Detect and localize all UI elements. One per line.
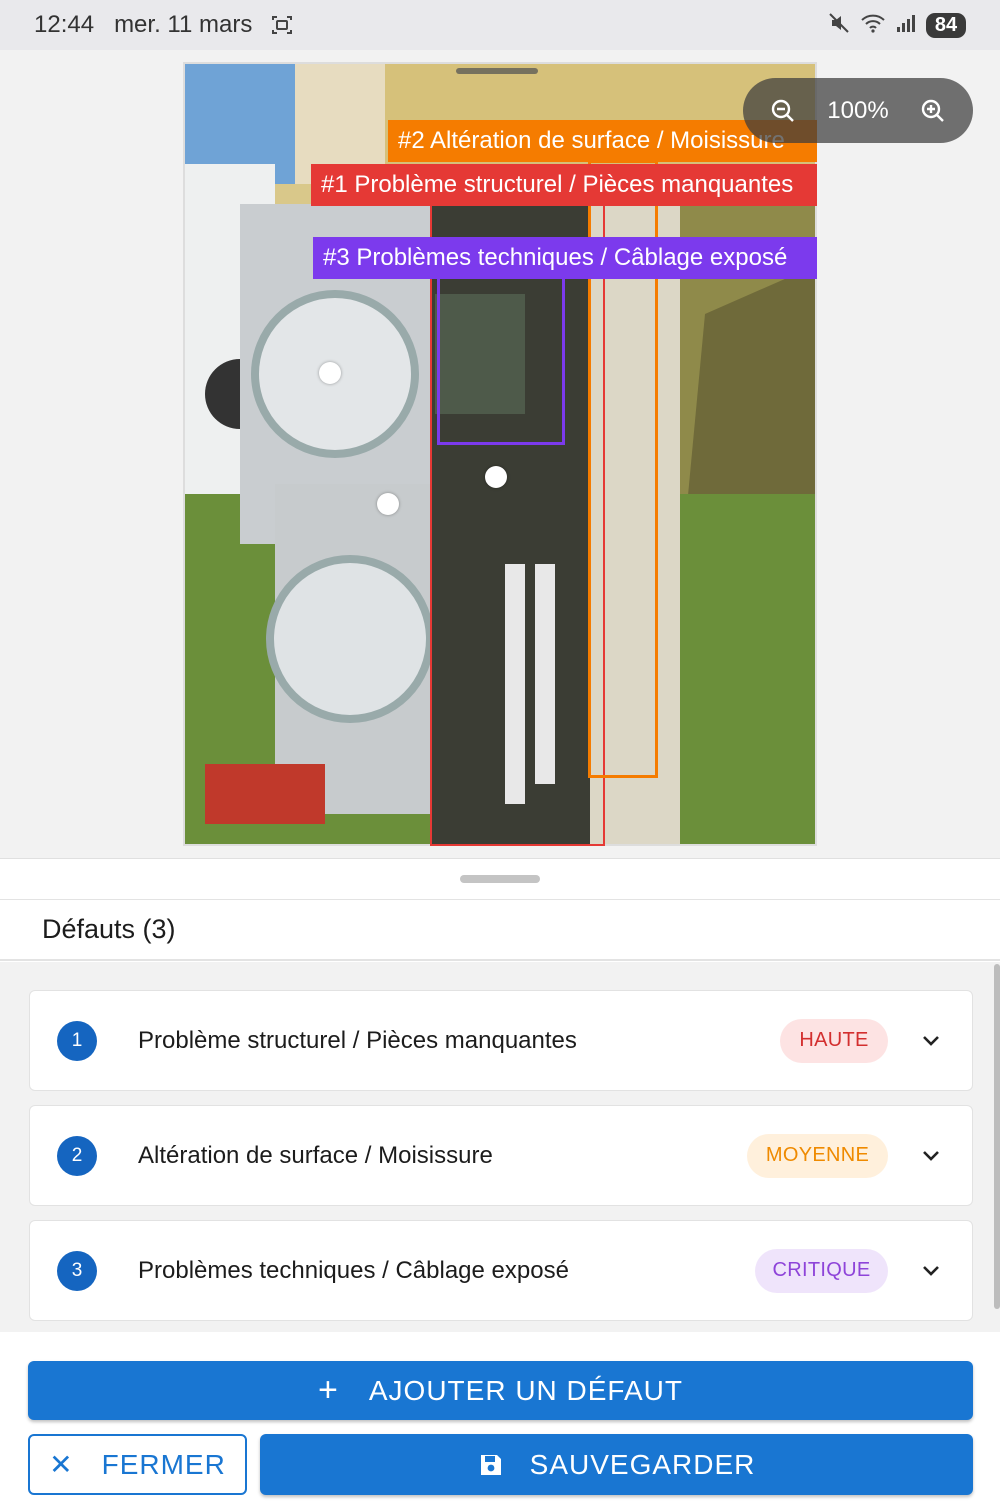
severity-badge: MOYENNE <box>747 1133 888 1178</box>
defect-card-3[interactable]: 3 Problèmes techniques / Câblage exposé … <box>29 1220 973 1321</box>
add-defect-label: AJOUTER UN DÉFAUT <box>368 1374 683 1406</box>
zoom-in-icon[interactable] <box>917 95 949 127</box>
save-icon <box>478 1452 504 1478</box>
scrollbar[interactable] <box>994 964 1000 1309</box>
severity-badge: CRITIQUE <box>755 1248 888 1293</box>
resize-handle[interactable] <box>319 362 341 384</box>
wifi-icon <box>860 12 886 39</box>
resize-handle[interactable] <box>377 493 399 515</box>
close-label: FERMER <box>101 1448 226 1480</box>
defect-card-2[interactable]: 2 Altération de surface / Moisissure MOY… <box>29 1105 973 1206</box>
save-label: SAUVEGARDER <box>529 1448 756 1480</box>
defect-card-1[interactable]: 1 Problème structurel / Pièces manquante… <box>29 990 973 1091</box>
chevron-down-icon[interactable] <box>920 1145 942 1167</box>
zoom-level: 100% <box>827 96 889 124</box>
annotation-label-3[interactable]: #3 Problèmes techniques / Câblage exposé <box>313 237 817 279</box>
status-date: mer. 11 mars <box>114 11 253 38</box>
sheet-title: Défauts (3) <box>42 914 176 944</box>
resize-handle[interactable] <box>485 466 507 488</box>
severity-badge: HAUTE <box>780 1018 888 1063</box>
battery-indicator: 84 <box>926 13 966 38</box>
close-button[interactable]: ✕ FERMER <box>28 1434 247 1495</box>
annotation-label-1[interactable]: #1 Problème structurel / Pièces manquant… <box>311 164 817 206</box>
zoom-out-icon[interactable] <box>767 95 799 127</box>
signal-icon <box>896 12 916 39</box>
screenshot-icon <box>270 14 294 36</box>
defect-number: 2 <box>57 1135 97 1176</box>
status-bar: 12:44 mer. 11 mars 84 <box>0 0 1000 50</box>
status-time: 12:44 <box>34 11 95 38</box>
defect-number: 1 <box>57 1020 97 1061</box>
chevron-down-icon[interactable] <box>920 1030 942 1052</box>
image-viewer[interactable]: #2 Altération de surface / Moisissure #1… <box>0 50 1000 858</box>
zoom-control: 100% <box>743 78 973 143</box>
add-defect-button[interactable]: + AJOUTER UN DÉFAUT <box>28 1361 973 1420</box>
defect-title: Problème structurel / Pièces manquantes <box>138 1026 577 1054</box>
defect-title: Problèmes techniques / Câblage exposé <box>138 1256 569 1284</box>
mute-icon <box>828 12 850 39</box>
sheet-drag-handle[interactable] <box>460 875 540 883</box>
defect-title: Altération de surface / Moisissure <box>138 1141 493 1169</box>
defect-number: 3 <box>57 1250 97 1291</box>
chevron-down-icon[interactable] <box>920 1260 942 1282</box>
defect-list: 1 Problème structurel / Pièces manquante… <box>0 962 1000 1332</box>
viewer-drag-handle[interactable] <box>456 68 538 74</box>
plus-icon: + <box>318 1371 339 1409</box>
defects-sheet: Défauts (3) 1 Problème structurel / Pièc… <box>0 858 1000 1508</box>
sheet-footer: + AJOUTER UN DÉFAUT ✕ FERMER SAUVEGARDER <box>0 1333 1000 1508</box>
close-icon: ✕ <box>49 1449 74 1480</box>
sheet-header: Défauts (3) <box>0 899 1000 961</box>
save-button[interactable]: SAUVEGARDER <box>260 1434 973 1495</box>
bbox-defect-3[interactable] <box>437 265 565 445</box>
